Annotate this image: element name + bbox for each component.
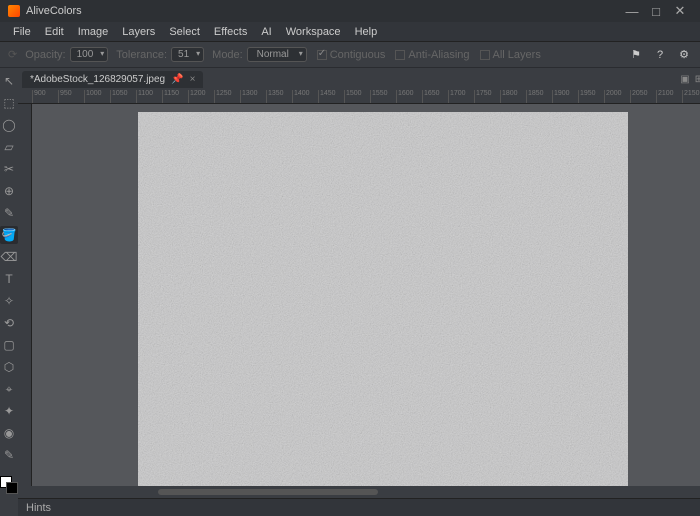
opacity-label: Opacity: bbox=[25, 49, 65, 61]
tool-wand2[interactable]: ✧ bbox=[0, 292, 18, 310]
tool-spark[interactable]: ✦ bbox=[0, 402, 18, 420]
settings-icon[interactable]: ⚙ bbox=[676, 47, 692, 63]
view-mode-2[interactable]: ⊞ bbox=[692, 74, 700, 85]
tool-target[interactable]: ⌖ bbox=[0, 380, 18, 398]
tool-marquee[interactable]: ⬚ bbox=[0, 94, 18, 112]
ruler-horizontal: 9009501000105011001150120012501300135014… bbox=[18, 90, 700, 104]
tool-crop[interactable]: ✂ bbox=[0, 160, 18, 178]
tab-pin-icon[interactable]: 📌 bbox=[171, 74, 183, 85]
mode-dropdown[interactable]: Normal bbox=[247, 47, 307, 62]
app-logo bbox=[8, 5, 20, 17]
horizontal-scrollbar[interactable] bbox=[18, 486, 700, 498]
tolerance-label: Tolerance: bbox=[116, 49, 167, 61]
hints-label: Hints bbox=[26, 502, 51, 514]
tab-title: *AdobeStock_126829057.jpeg bbox=[30, 74, 165, 85]
tool-poly[interactable]: ⬡ bbox=[0, 358, 18, 376]
close-button[interactable]: ✕ bbox=[668, 3, 692, 19]
color-swatch[interactable] bbox=[0, 476, 18, 494]
tool-bucket[interactable]: 🪣 bbox=[0, 226, 18, 244]
menu-ai[interactable]: AI bbox=[254, 26, 278, 38]
canvas-image bbox=[138, 112, 628, 486]
antialiasing-checkbox[interactable] bbox=[395, 50, 405, 60]
maximize-button[interactable]: □ bbox=[644, 4, 668, 19]
minimize-button[interactable]: — bbox=[620, 4, 644, 19]
tool-ellipse[interactable]: ◯ bbox=[0, 116, 18, 134]
antialiasing-label: Anti-Aliasing bbox=[408, 49, 469, 61]
hints-bar: Hints ▾ bbox=[18, 498, 700, 516]
menu-image[interactable]: Image bbox=[71, 26, 116, 38]
canvas[interactable] bbox=[32, 104, 700, 486]
tool-eraser[interactable]: ⌫ bbox=[0, 248, 18, 266]
menu-bar: File Edit Image Layers Select Effects AI… bbox=[0, 22, 700, 42]
tool-rotate[interactable]: ⟲ bbox=[0, 314, 18, 332]
toolbox: ↖ ⬚ ◯ ▱ ✂ ⊕ ✎ 🪣 ⌫ T ✧ ⟲ ▢ ⬡ ⌖ ✦ ◉ ✎ bbox=[0, 68, 18, 516]
menu-select[interactable]: Select bbox=[162, 26, 207, 38]
tool-text[interactable]: T bbox=[0, 270, 18, 288]
alllayers-label: All Layers bbox=[493, 49, 541, 61]
menu-layers[interactable]: Layers bbox=[115, 26, 162, 38]
mode-label: Mode: bbox=[212, 49, 243, 61]
menu-edit[interactable]: Edit bbox=[38, 26, 71, 38]
menu-file[interactable]: File bbox=[6, 26, 38, 38]
app-title: AliveColors bbox=[26, 5, 82, 17]
contiguous-label: Contiguous bbox=[330, 49, 386, 61]
tab-close-icon[interactable]: × bbox=[190, 74, 196, 85]
view-mode-1[interactable]: ▣ bbox=[678, 74, 692, 85]
tool-pen[interactable]: ✎ bbox=[0, 204, 18, 222]
options-bar: ⟳ Opacity: 100 Tolerance: 51 Mode: Norma… bbox=[0, 42, 700, 68]
tool-eye[interactable]: ◉ bbox=[0, 424, 18, 442]
alllayers-checkbox[interactable] bbox=[480, 50, 490, 60]
ruler-vertical bbox=[18, 104, 32, 486]
help-icon[interactable]: ? bbox=[652, 47, 668, 63]
tool-lasso[interactable]: ▱ bbox=[0, 138, 18, 156]
tolerance-dropdown[interactable]: 51 bbox=[171, 47, 204, 62]
notices-icon[interactable]: ⚑ bbox=[628, 47, 644, 63]
menu-help[interactable]: Help bbox=[348, 26, 385, 38]
tool-shape[interactable]: ▢ bbox=[0, 336, 18, 354]
tool-arrow[interactable]: ↖ bbox=[0, 72, 18, 90]
contiguous-checkbox[interactable] bbox=[317, 50, 327, 60]
menu-effects[interactable]: Effects bbox=[207, 26, 254, 38]
document-tab[interactable]: *AdobeStock_126829057.jpeg 📌 × bbox=[22, 71, 203, 88]
tool-wand[interactable]: ⊕ bbox=[0, 182, 18, 200]
menu-workspace[interactable]: Workspace bbox=[279, 26, 348, 38]
tool-brush[interactable]: ✎ bbox=[0, 446, 18, 464]
opacity-dropdown[interactable]: 100 bbox=[70, 47, 109, 62]
